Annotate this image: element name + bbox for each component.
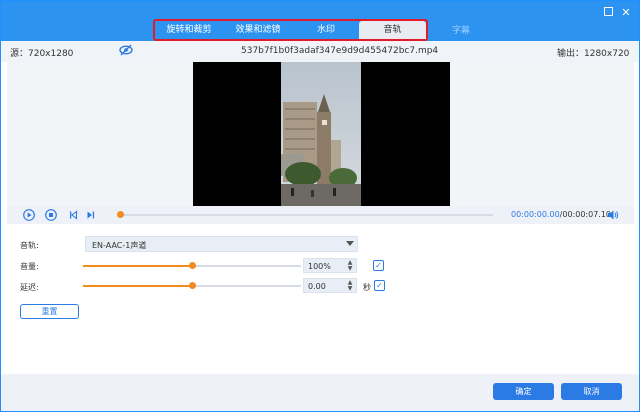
delay-unit: 秒 bbox=[363, 283, 371, 292]
delay-input[interactable]: 0.00 ▲ ▼ bbox=[303, 278, 357, 293]
audio-track-value: EN-AAC-1声道 bbox=[92, 241, 147, 250]
tab-rotate-crop[interactable]: 旋转和裁剪 bbox=[155, 21, 223, 39]
audio-track-label: 音轨: bbox=[20, 241, 39, 250]
current-time: 00:00:00.00 bbox=[511, 210, 560, 219]
time-display: 00:00:00.00/00:00:07.10 bbox=[511, 210, 611, 219]
play-icon[interactable] bbox=[23, 209, 35, 221]
delay-slider[interactable] bbox=[83, 282, 301, 289]
delay-label: 延迟: bbox=[20, 283, 39, 292]
ok-button[interactable]: 确定 bbox=[493, 383, 554, 400]
info-bar: 源：720x1280 537b7f1b0f3adaf347e9d9d455472… bbox=[1, 41, 639, 62]
close-icon[interactable]: ✕ bbox=[620, 7, 632, 19]
volume-value: 100% bbox=[308, 262, 331, 271]
delay-stepper[interactable]: ▲ ▼ bbox=[346, 280, 354, 292]
tab-effects-filters[interactable]: 效果和滤镜 bbox=[223, 21, 293, 39]
video-frame bbox=[193, 62, 450, 206]
reset-button[interactable]: 重置 bbox=[20, 304, 79, 319]
previous-frame-icon[interactable] bbox=[67, 209, 79, 221]
playback-controls: 00:00:00.00/00:00:07.10 bbox=[7, 206, 634, 224]
delay-apply-checkbox[interactable]: ✓ bbox=[374, 280, 385, 291]
output-resolution: 输出：1280x720 bbox=[557, 49, 630, 59]
tab-bar: 旋转和裁剪 效果和滤镜 水印 音轨 bbox=[153, 19, 428, 41]
audio-track-dialog: 旋转和裁剪 效果和滤镜 水印 音轨 字幕 ✕ 源：720x1280 537b7f… bbox=[0, 0, 640, 412]
volume-slider[interactable] bbox=[83, 262, 301, 269]
volume-stepper[interactable]: ▲ ▼ bbox=[346, 260, 354, 272]
title-bar: 旋转和裁剪 效果和滤镜 水印 音轨 字幕 ✕ bbox=[1, 1, 639, 41]
tab-watermark[interactable]: 水印 bbox=[293, 21, 359, 39]
video-thumbnail bbox=[281, 62, 361, 206]
tab-subtitle[interactable]: 字幕 bbox=[441, 23, 481, 36]
delay-value: 0.00 bbox=[308, 282, 326, 291]
volume-apply-checkbox[interactable]: ✓ bbox=[373, 260, 384, 271]
seek-handle[interactable] bbox=[117, 211, 124, 218]
audio-track-select[interactable]: EN-AAC-1声道 bbox=[85, 236, 358, 252]
delay-slider-fill bbox=[83, 285, 192, 287]
volume-slider-thumb[interactable] bbox=[189, 262, 196, 269]
seek-track[interactable] bbox=[121, 214, 493, 216]
volume-icon[interactable] bbox=[607, 209, 619, 221]
source-resolution: 源：720x1280 bbox=[10, 49, 74, 59]
maximize-icon[interactable] bbox=[602, 7, 614, 19]
volume-slider-fill bbox=[83, 265, 192, 267]
dialog-footer: 确定 取消 bbox=[1, 374, 639, 411]
file-name: 537b7f1b0f3adaf347e9d9d455472bc7.mp4 bbox=[241, 46, 439, 56]
next-frame-icon[interactable] bbox=[85, 209, 97, 221]
delay-slider-thumb[interactable] bbox=[189, 282, 196, 289]
chevron-down-icon bbox=[346, 241, 354, 246]
video-preview-area bbox=[7, 62, 634, 206]
stop-icon[interactable] bbox=[45, 209, 57, 221]
cancel-button[interactable]: 取消 bbox=[561, 383, 622, 400]
duration: /00:00:07.10 bbox=[559, 210, 612, 219]
tab-audio-track[interactable]: 音轨 bbox=[359, 21, 426, 39]
eye-slash-icon[interactable] bbox=[119, 44, 133, 56]
volume-label: 音量: bbox=[20, 262, 39, 271]
volume-input[interactable]: 100% ▲ ▼ bbox=[303, 258, 357, 273]
